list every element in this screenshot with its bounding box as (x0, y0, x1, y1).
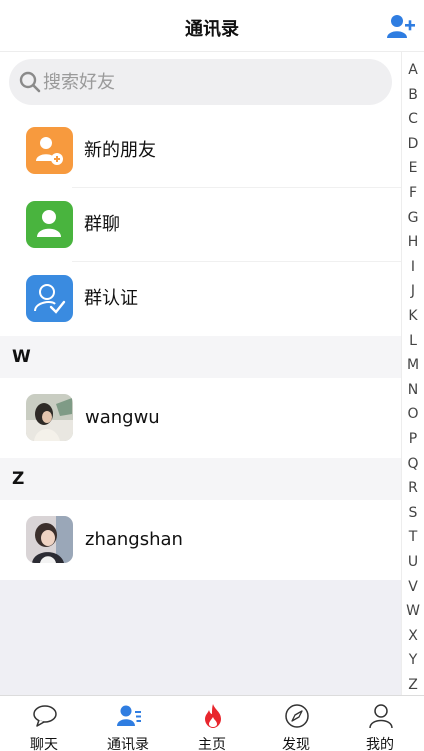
tab-label: 我的 (366, 737, 394, 751)
avatar (26, 516, 73, 563)
alphabet-letter-e[interactable]: E (402, 160, 424, 176)
add-friend-button[interactable] (386, 13, 416, 39)
contact-row-zhangshan[interactable]: zhangshan (0, 500, 401, 580)
menu-item-label: 群认证 (84, 288, 138, 309)
alphabet-letter-r[interactable]: R (402, 480, 424, 496)
alphabet-letter-q[interactable]: Q (402, 456, 424, 472)
contact-name: wangwu (85, 407, 160, 428)
alphabet-letter-v[interactable]: V (402, 579, 424, 595)
menu-item-new-friends[interactable]: 新的朋友 (0, 114, 401, 188)
alphabet-letter-x[interactable]: X (402, 628, 424, 644)
menu-item-label: 新的朋友 (84, 140, 156, 161)
alphabet-letter-a[interactable]: A (402, 62, 424, 78)
section-header-w: W (0, 336, 401, 378)
alphabet-letter-y[interactable]: Y (402, 652, 424, 668)
tab-label: 发现 (282, 737, 310, 751)
alphabet-letter-k[interactable]: K (402, 308, 424, 324)
alphabet-letter-g[interactable]: G (402, 210, 424, 226)
alphabet-letter-h[interactable]: H (402, 234, 424, 250)
tab-home[interactable]: 主页 (170, 696, 254, 751)
alphabet-letter-i[interactable]: I (402, 259, 424, 275)
search-bar (9, 59, 392, 105)
tab-label: 聊天 (30, 737, 58, 751)
alphabet-letter-s[interactable]: S (402, 505, 424, 521)
contacts-icon (117, 705, 141, 726)
group-verify-icon (26, 275, 73, 322)
alphabet-letter-o[interactable]: O (402, 406, 424, 422)
tab-chat[interactable]: 聊天 (2, 696, 86, 751)
alphabet-letter-p[interactable]: P (402, 431, 424, 447)
alphabet-letter-j[interactable]: J (402, 283, 424, 299)
flame-icon (205, 704, 221, 728)
tab-me[interactable]: 我的 (338, 696, 422, 751)
person-icon (369, 704, 393, 729)
alphabet-letter-c[interactable]: C (402, 111, 424, 127)
menu-item-group-verify[interactable]: 群认证 (0, 262, 401, 336)
alphabet-index: ABCDEFGHIJKLMNOPQRSTUVWXYZ (401, 52, 424, 695)
compass-icon (285, 704, 309, 728)
contact-name: zhangshan (85, 529, 183, 550)
menu-item-group-chat[interactable]: 群聊 (0, 188, 401, 262)
tab-label: 主页 (198, 737, 226, 751)
tab-contacts[interactable]: 通讯录 (86, 696, 170, 751)
alphabet-letter-l[interactable]: L (402, 333, 424, 349)
search-icon (19, 71, 41, 93)
alphabet-letter-z[interactable]: Z (402, 677, 424, 693)
alphabet-letter-n[interactable]: N (402, 382, 424, 398)
new-friend-icon (26, 127, 73, 174)
page-title: 通讯录 (185, 19, 239, 40)
search-input[interactable] (43, 59, 373, 105)
alphabet-letter-t[interactable]: T (402, 529, 424, 545)
alphabet-letter-b[interactable]: B (402, 87, 424, 103)
contact-row-wangwu[interactable]: wangwu (0, 378, 401, 458)
alphabet-letter-u[interactable]: U (402, 554, 424, 570)
alphabet-letter-m[interactable]: M (402, 357, 424, 373)
bottom-tab-bar: 聊天 通讯录 主页 发现 我的 (0, 695, 424, 751)
alphabet-letter-w[interactable]: W (402, 603, 424, 619)
alphabet-letter-d[interactable]: D (402, 136, 424, 152)
section-header-z: Z (0, 458, 401, 500)
add-friend-icon (387, 15, 415, 38)
contact-list: 新的朋友 群聊 群认证 W wangwu Z zhangshan (0, 114, 401, 696)
alphabet-letter-f[interactable]: F (402, 185, 424, 201)
avatar (26, 394, 73, 441)
tab-label: 通讯录 (107, 737, 149, 751)
group-chat-icon (26, 201, 73, 248)
header: 通讯录 (0, 0, 424, 52)
chat-bubble-icon (33, 705, 57, 727)
menu-item-label: 群聊 (84, 214, 120, 235)
tab-discover[interactable]: 发现 (254, 696, 338, 751)
